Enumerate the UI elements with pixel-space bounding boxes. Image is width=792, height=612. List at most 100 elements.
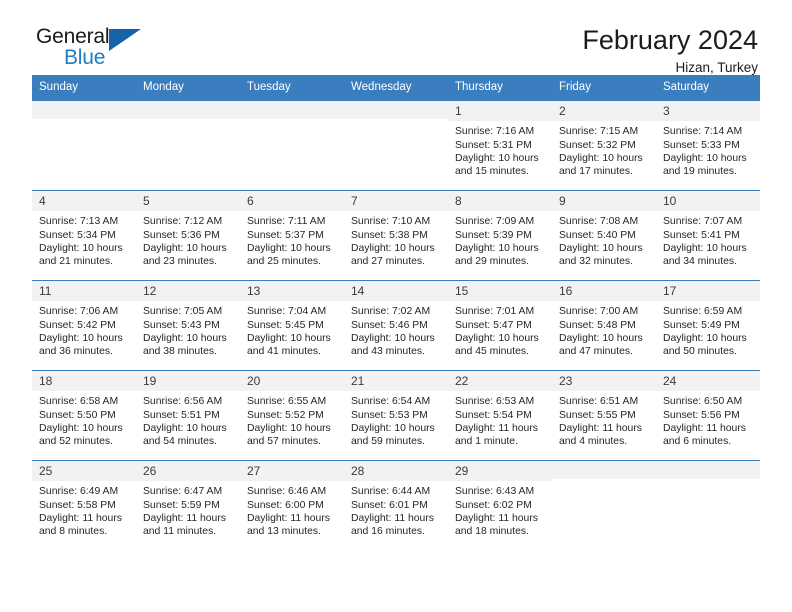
calendar-day-cell[interactable]: 18 Sunrise: 6:58 AM Sunset: 5:50 PM Dayligh… bbox=[32, 370, 136, 460]
calendar-cell-empty bbox=[656, 460, 760, 550]
calendar-day-cell[interactable]: 10 Sunrise: 7:07 AM Sunset: 5:41 PM Dayligh… bbox=[656, 190, 760, 280]
calendar-day-cell[interactable]: 29 Sunrise: 6:43 AM Sunset: 6:02 PM Dayligh… bbox=[448, 460, 552, 550]
sunset-text: Sunset: 6:01 PM bbox=[351, 499, 428, 511]
day-details: Sunrise: 7:15 AM Sunset: 5:32 PM Daylight:… bbox=[552, 121, 656, 179]
sunset-text: Sunset: 5:38 PM bbox=[351, 229, 428, 241]
sunrise-text: Sunrise: 6:54 AM bbox=[351, 396, 431, 408]
calendar-day-cell[interactable]: 14 Sunrise: 7:02 AM Sunset: 5:46 PM Dayligh… bbox=[344, 280, 448, 370]
calendar-day-cell[interactable]: 25 Sunrise: 6:49 AM Sunset: 5:58 PM Dayligh… bbox=[32, 460, 136, 550]
day-number: 19 bbox=[136, 370, 240, 392]
calendar-day-cell[interactable]: 9 Sunrise: 7:08 AM Sunset: 5:40 PM Daylight… bbox=[552, 190, 656, 280]
calendar-week-row: 1 Sunrise: 7:16 AM Sunset: 5:31 PM Daylight… bbox=[32, 100, 760, 190]
daylight-text: Daylight: 10 hours and 38 minutes. bbox=[143, 333, 227, 358]
calendar-cell-empty bbox=[344, 100, 448, 190]
daylight-text: Daylight: 10 hours and 59 minutes. bbox=[351, 423, 435, 448]
day-details: Sunrise: 7:06 AM Sunset: 5:42 PM Daylight:… bbox=[32, 301, 136, 359]
calendar-day-cell[interactable]: 6 Sunrise: 7:11 AM Sunset: 5:37 PM Daylight… bbox=[240, 190, 344, 280]
day-number bbox=[32, 100, 136, 119]
sunrise-text: Sunrise: 6:46 AM bbox=[247, 486, 327, 498]
day-details: Sunrise: 6:43 AM Sunset: 6:02 PM Daylight:… bbox=[448, 481, 552, 539]
sunset-text: Sunset: 5:53 PM bbox=[351, 409, 428, 421]
calendar-day-cell[interactable]: 11 Sunrise: 7:06 AM Sunset: 5:42 PM Dayligh… bbox=[32, 280, 136, 370]
day-number: 28 bbox=[344, 460, 448, 482]
daylight-text: Daylight: 10 hours and 52 minutes. bbox=[39, 423, 123, 448]
day-number: 3 bbox=[656, 100, 760, 122]
page-header: General Blue February 2024 Hizan, Turkey bbox=[32, 0, 760, 75]
day-number: 8 bbox=[448, 190, 552, 212]
sunset-text: Sunset: 5:31 PM bbox=[455, 139, 532, 151]
calendar-day-cell[interactable]: 17 Sunrise: 6:59 AM Sunset: 5:49 PM Dayligh… bbox=[656, 280, 760, 370]
calendar-day-cell[interactable]: 27 Sunrise: 6:46 AM Sunset: 6:00 PM Dayligh… bbox=[240, 460, 344, 550]
day-details: Sunrise: 7:01 AM Sunset: 5:47 PM Daylight:… bbox=[448, 301, 552, 359]
calendar-day-cell[interactable]: 3 Sunrise: 7:14 AM Sunset: 5:33 PM Daylight… bbox=[656, 100, 760, 190]
calendar-day-cell[interactable]: 24 Sunrise: 6:50 AM Sunset: 5:56 PM Dayligh… bbox=[656, 370, 760, 460]
day-number bbox=[136, 100, 240, 119]
calendar-day-cell[interactable]: 5 Sunrise: 7:12 AM Sunset: 5:36 PM Daylight… bbox=[136, 190, 240, 280]
calendar-day-cell[interactable]: 23 Sunrise: 6:51 AM Sunset: 5:55 PM Dayligh… bbox=[552, 370, 656, 460]
calendar-day-cell[interactable]: 4 Sunrise: 7:13 AM Sunset: 5:34 PM Daylight… bbox=[32, 190, 136, 280]
calendar-day-cell[interactable]: 2 Sunrise: 7:15 AM Sunset: 5:32 PM Daylight… bbox=[552, 100, 656, 190]
day-number: 4 bbox=[32, 190, 136, 212]
calendar-day-cell[interactable]: 19 Sunrise: 6:56 AM Sunset: 5:51 PM Dayligh… bbox=[136, 370, 240, 460]
daylight-text: Daylight: 11 hours and 18 minutes. bbox=[455, 513, 538, 538]
calendar-day-cell[interactable]: 21 Sunrise: 6:54 AM Sunset: 5:53 PM Dayligh… bbox=[344, 370, 448, 460]
day-number: 12 bbox=[136, 280, 240, 302]
sunrise-text: Sunrise: 7:12 AM bbox=[143, 216, 223, 228]
daylight-text: Daylight: 10 hours and 17 minutes. bbox=[559, 153, 643, 178]
sunset-text: Sunset: 5:54 PM bbox=[455, 409, 532, 421]
sunset-text: Sunset: 5:40 PM bbox=[559, 229, 636, 241]
day-details: Sunrise: 6:58 AM Sunset: 5:50 PM Daylight:… bbox=[32, 391, 136, 449]
calendar-week-row: 11 Sunrise: 7:06 AM Sunset: 5:42 PM Dayligh… bbox=[32, 279, 760, 370]
calendar-day-cell[interactable]: 15 Sunrise: 7:01 AM Sunset: 5:47 PM Dayligh… bbox=[448, 280, 552, 370]
calendar-day-cell[interactable]: 26 Sunrise: 6:47 AM Sunset: 5:59 PM Dayligh… bbox=[136, 460, 240, 550]
sunset-text: Sunset: 5:47 PM bbox=[455, 319, 532, 331]
sunset-text: Sunset: 5:51 PM bbox=[143, 409, 220, 421]
day-details: Sunrise: 6:59 AM Sunset: 5:49 PM Daylight:… bbox=[656, 301, 760, 359]
day-number: 11 bbox=[32, 280, 136, 302]
day-number bbox=[240, 100, 344, 119]
day-details: Sunrise: 7:14 AM Sunset: 5:33 PM Daylight:… bbox=[656, 121, 760, 179]
day-details: Sunrise: 7:09 AM Sunset: 5:39 PM Daylight:… bbox=[448, 211, 552, 269]
daylight-text: Daylight: 11 hours and 4 minutes. bbox=[559, 423, 642, 448]
page-title: February 2024 bbox=[582, 25, 758, 55]
day-number: 14 bbox=[344, 280, 448, 302]
sunrise-text: Sunrise: 6:55 AM bbox=[247, 396, 327, 408]
day-number: 23 bbox=[552, 370, 656, 392]
day-number: 13 bbox=[240, 280, 344, 302]
calendar-cell-empty bbox=[240, 100, 344, 190]
calendar-day-cell[interactable]: 20 Sunrise: 6:55 AM Sunset: 5:52 PM Dayligh… bbox=[240, 370, 344, 460]
calendar-day-cell[interactable]: 13 Sunrise: 7:04 AM Sunset: 5:45 PM Dayligh… bbox=[240, 280, 344, 370]
daylight-text: Daylight: 10 hours and 32 minutes. bbox=[559, 243, 643, 268]
daylight-text: Daylight: 10 hours and 36 minutes. bbox=[39, 333, 123, 358]
calendar-day-cell[interactable]: 28 Sunrise: 6:44 AM Sunset: 6:01 PM Dayligh… bbox=[344, 460, 448, 550]
sunset-text: Sunset: 5:59 PM bbox=[143, 499, 220, 511]
day-number: 15 bbox=[448, 280, 552, 302]
day-number: 18 bbox=[32, 370, 136, 392]
day-details: Sunrise: 7:10 AM Sunset: 5:38 PM Daylight:… bbox=[344, 211, 448, 269]
sunset-text: Sunset: 5:41 PM bbox=[663, 229, 740, 241]
calendar-day-cell[interactable]: 8 Sunrise: 7:09 AM Sunset: 5:39 PM Daylight… bbox=[448, 190, 552, 280]
day-details: Sunrise: 6:53 AM Sunset: 5:54 PM Daylight:… bbox=[448, 391, 552, 449]
logo-text-blue: Blue bbox=[64, 46, 106, 69]
weekday-header-tuesday: Tuesday bbox=[247, 81, 291, 93]
day-number: 9 bbox=[552, 190, 656, 212]
sunset-text: Sunset: 6:00 PM bbox=[247, 499, 324, 511]
sunrise-text: Sunrise: 6:49 AM bbox=[39, 486, 119, 498]
sunrise-text: Sunrise: 7:06 AM bbox=[39, 306, 119, 318]
day-number: 27 bbox=[240, 460, 344, 482]
daylight-text: Daylight: 10 hours and 41 minutes. bbox=[247, 333, 331, 358]
calendar-day-cell[interactable]: 1 Sunrise: 7:16 AM Sunset: 5:31 PM Daylight… bbox=[448, 100, 552, 190]
calendar-day-cell[interactable]: 22 Sunrise: 6:53 AM Sunset: 5:54 PM Dayligh… bbox=[448, 370, 552, 460]
calendar-day-cell[interactable]: 12 Sunrise: 7:05 AM Sunset: 5:43 PM Dayligh… bbox=[136, 280, 240, 370]
sunset-text: Sunset: 5:48 PM bbox=[559, 319, 636, 331]
daylight-text: Daylight: 10 hours and 54 minutes. bbox=[143, 423, 227, 448]
calendar-day-cell[interactable]: 16 Sunrise: 7:00 AM Sunset: 5:48 PM Dayligh… bbox=[552, 280, 656, 370]
sunrise-text: Sunrise: 7:04 AM bbox=[247, 306, 327, 318]
weekday-header-thursday: Thursday bbox=[455, 81, 503, 93]
day-details: Sunrise: 6:55 AM Sunset: 5:52 PM Daylight:… bbox=[240, 391, 344, 449]
sunset-text: Sunset: 5:34 PM bbox=[39, 229, 116, 241]
daylight-text: Daylight: 11 hours and 6 minutes. bbox=[663, 423, 746, 448]
calendar-day-cell[interactable]: 7 Sunrise: 7:10 AM Sunset: 5:38 PM Daylight… bbox=[344, 190, 448, 280]
day-number: 5 bbox=[136, 190, 240, 212]
day-number: 26 bbox=[136, 460, 240, 482]
